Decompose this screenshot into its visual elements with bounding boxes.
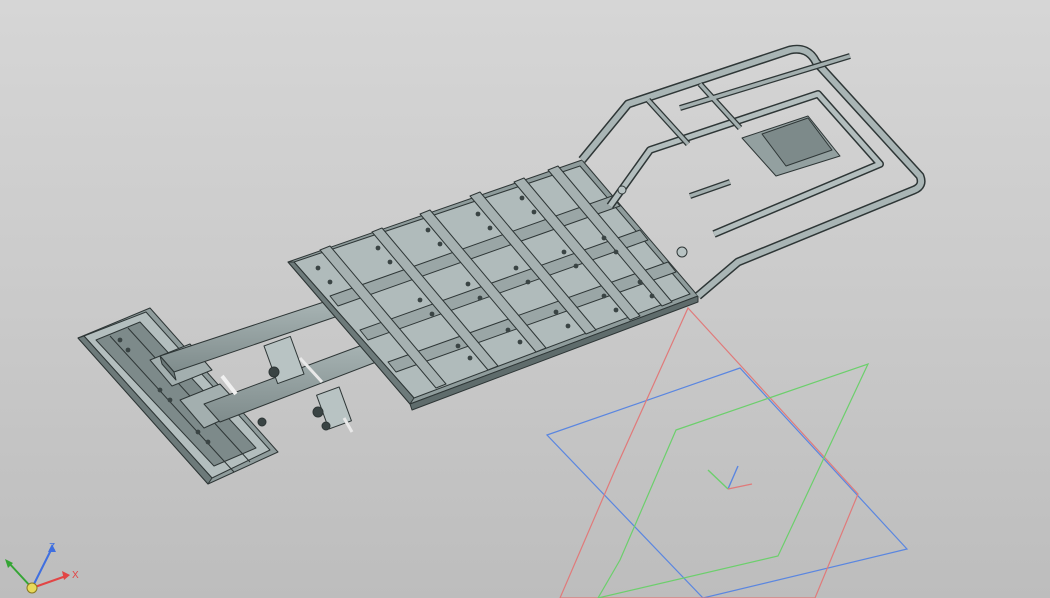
axis-x-label: X: [72, 570, 79, 581]
scene-canvas[interactable]: Z X: [0, 0, 1050, 598]
origin-planes[interactable]: [545, 306, 909, 598]
axis-z-label: Z: [49, 542, 55, 553]
plane-zy[interactable]: [597, 362, 870, 598]
trailer-chassis-model[interactable]: [77, 44, 926, 485]
plane-zx[interactable]: [559, 306, 859, 598]
plane-xy[interactable]: [545, 367, 909, 598]
3d-viewport[interactable]: Z X: [0, 0, 1050, 598]
origin-axes-icon: [707, 465, 753, 490]
orientation-triad[interactable]: Z X: [5, 542, 79, 594]
